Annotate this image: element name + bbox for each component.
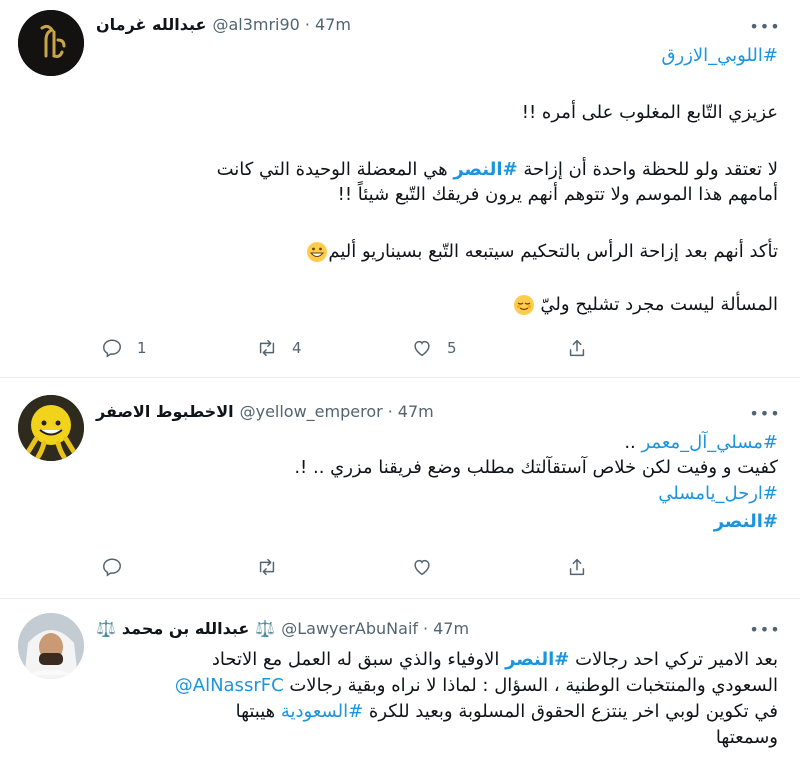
share-icon (569, 339, 585, 357)
separator-dot: · (304, 14, 310, 34)
hashtag-link[interactable]: #السعودية (281, 701, 363, 722)
reply-icon (103, 558, 121, 577)
text-segment: الاوفياء والذي سبق له العمل مع الاتحاد (211, 649, 506, 670)
display-name[interactable]: عبدالله غرمان (96, 15, 206, 34)
text-segment: هيبتها (235, 701, 281, 722)
tweet-text-line: وسمعتها (715, 727, 778, 748)
like-button[interactable] (411, 553, 566, 581)
hashtag-link[interactable]: #اللوبي_الازرق (662, 45, 778, 66)
tweet-text-line: عزيزي التّابع المغلوب على أمره !! (521, 102, 778, 123)
tweet-text-line: لا تعتقد ولو للحظة واحدة أن إزاحة #النصر… (217, 158, 778, 182)
scale-icon: ⚖️ (96, 618, 116, 638)
hashtag-link[interactable]: #النصر (714, 511, 778, 532)
user-handle[interactable]: @LawyerAbuNaif (281, 619, 418, 638)
avatar[interactable] (18, 613, 84, 679)
separator-dot: · (423, 618, 429, 638)
relieved-emoji-icon (513, 295, 534, 315)
more-options-icon[interactable]: ••• (749, 16, 779, 36)
hashtag-link[interactable]: #النصر (453, 159, 517, 180)
share-button[interactable] (566, 553, 721, 581)
retweet-icon (259, 558, 275, 576)
text-segment: في تكوين لوبي اخر ينتزع الحقوق المسلوبة … (363, 701, 778, 722)
tweet-2[interactable]: الاخطبوط الاصفر @yellow_emperor · 47m ••… (0, 378, 800, 599)
timestamp[interactable]: 47m (315, 15, 351, 34)
display-name[interactable]: الاخطبوط الاصفر (96, 402, 234, 421)
mention-link[interactable]: @AlNassrFC (175, 675, 284, 696)
reply-count: 1 (137, 339, 147, 357)
tweet-text-line: كفيت و وفيت لكن خلاص آستقآلتك مطلب وضع ف… (294, 457, 778, 478)
hashtag-link[interactable]: #ارحل_يامسلي (658, 483, 778, 504)
heart-icon (414, 559, 430, 576)
heart-icon (414, 340, 430, 357)
tweet-3[interactable]: ⚖️ عبدالله بن محمد ⚖️ @LawyerAbuNaif · 4… (0, 599, 800, 763)
text-segment: تأكد أنهم بعد إزاحة الرأس بالتحكيم سيتبع… (328, 241, 778, 262)
tweet-header: الاخطبوط الاصفر @yellow_emperor · 47m (96, 399, 434, 423)
tweet-text-line: #ارحل_يامسلي (658, 482, 778, 506)
user-handle[interactable]: @al3mri90 (212, 15, 299, 34)
tweet-text-line: #النصر (714, 510, 778, 534)
retweet-button[interactable] (256, 553, 411, 581)
avatar[interactable] (18, 10, 84, 76)
tweet-actions: 1 4 5 (101, 334, 721, 362)
tweet-header: ⚖️ عبدالله بن محمد ⚖️ @LawyerAbuNaif · 4… (96, 616, 469, 640)
text-segment: السعودي والمنتخبات الوطنية ، السؤال : لم… (283, 675, 778, 696)
avatar-image (18, 613, 84, 679)
text-segment: بعد الامير تركي احد رجالات (569, 649, 778, 670)
tweet-text-line: في تكوين لوبي اخر ينتزع الحقوق المسلوبة … (236, 700, 778, 724)
tweet-text-line: السعودي والمنتخبات الوطنية ، السؤال : لم… (175, 674, 778, 698)
tweet-1[interactable]: عبدالله غرمان @al3mri90 · 47m ••• #اللوب… (0, 0, 800, 378)
user-handle[interactable]: @yellow_emperor (240, 402, 383, 421)
text-segment: .. (624, 432, 642, 453)
tweet-text-line: #مسلي_آل_معمر .. (624, 431, 778, 455)
avatar[interactable] (18, 395, 84, 461)
tweet-text-line: أمامهم هذا الموسم ولا تتوهم أنهم يرون فر… (337, 184, 778, 205)
text-segment: لا تعتقد ولو للحظة واحدة أن إزاحة (517, 159, 778, 180)
hashtag-link[interactable]: #النصر (505, 649, 569, 670)
tweet-text-line: المسألة ليست مجرد تشليح وليّ (513, 293, 778, 317)
reply-button[interactable]: 1 (101, 334, 256, 362)
timestamp[interactable]: 47m (398, 402, 434, 421)
reply-button[interactable] (101, 553, 256, 581)
like-button[interactable]: 5 (411, 334, 566, 362)
tweet-text-line: تأكد أنهم بعد إزاحة الرأس بالتحكيم سيتبع… (306, 240, 778, 264)
retweet-button[interactable]: 4 (256, 334, 411, 362)
text-segment: هي المعضلة الوحيدة التي كانت (216, 159, 454, 180)
timestamp[interactable]: 47m (433, 619, 469, 638)
avatar-image (18, 395, 84, 461)
share-icon (569, 558, 585, 576)
display-name[interactable]: عبدالله بن محمد (122, 619, 249, 638)
retweet-icon (259, 339, 275, 357)
share-button[interactable] (566, 334, 721, 362)
tweet-text-line: #اللوبي_الازرق (662, 44, 778, 68)
scale-icon: ⚖️ (255, 618, 276, 638)
tweet-header: عبدالله غرمان @al3mri90 · 47m (96, 12, 351, 36)
hashtag-link[interactable]: #مسلي_آل_معمر (642, 432, 779, 453)
avatar-image (18, 10, 84, 76)
grinning-emoji-icon (307, 242, 328, 262)
text-segment: المسألة ليست مجرد تشليح وليّ (540, 294, 778, 315)
tweet-actions (101, 553, 721, 581)
retweet-count: 4 (292, 339, 302, 357)
more-options-icon[interactable]: ••• (749, 403, 779, 423)
reply-icon (103, 339, 121, 358)
separator-dot: · (387, 401, 393, 421)
tweet-text-line: بعد الامير تركي احد رجالات #النصر الاوفي… (212, 648, 778, 672)
like-count: 5 (447, 339, 457, 357)
more-options-icon[interactable]: ••• (749, 619, 779, 639)
